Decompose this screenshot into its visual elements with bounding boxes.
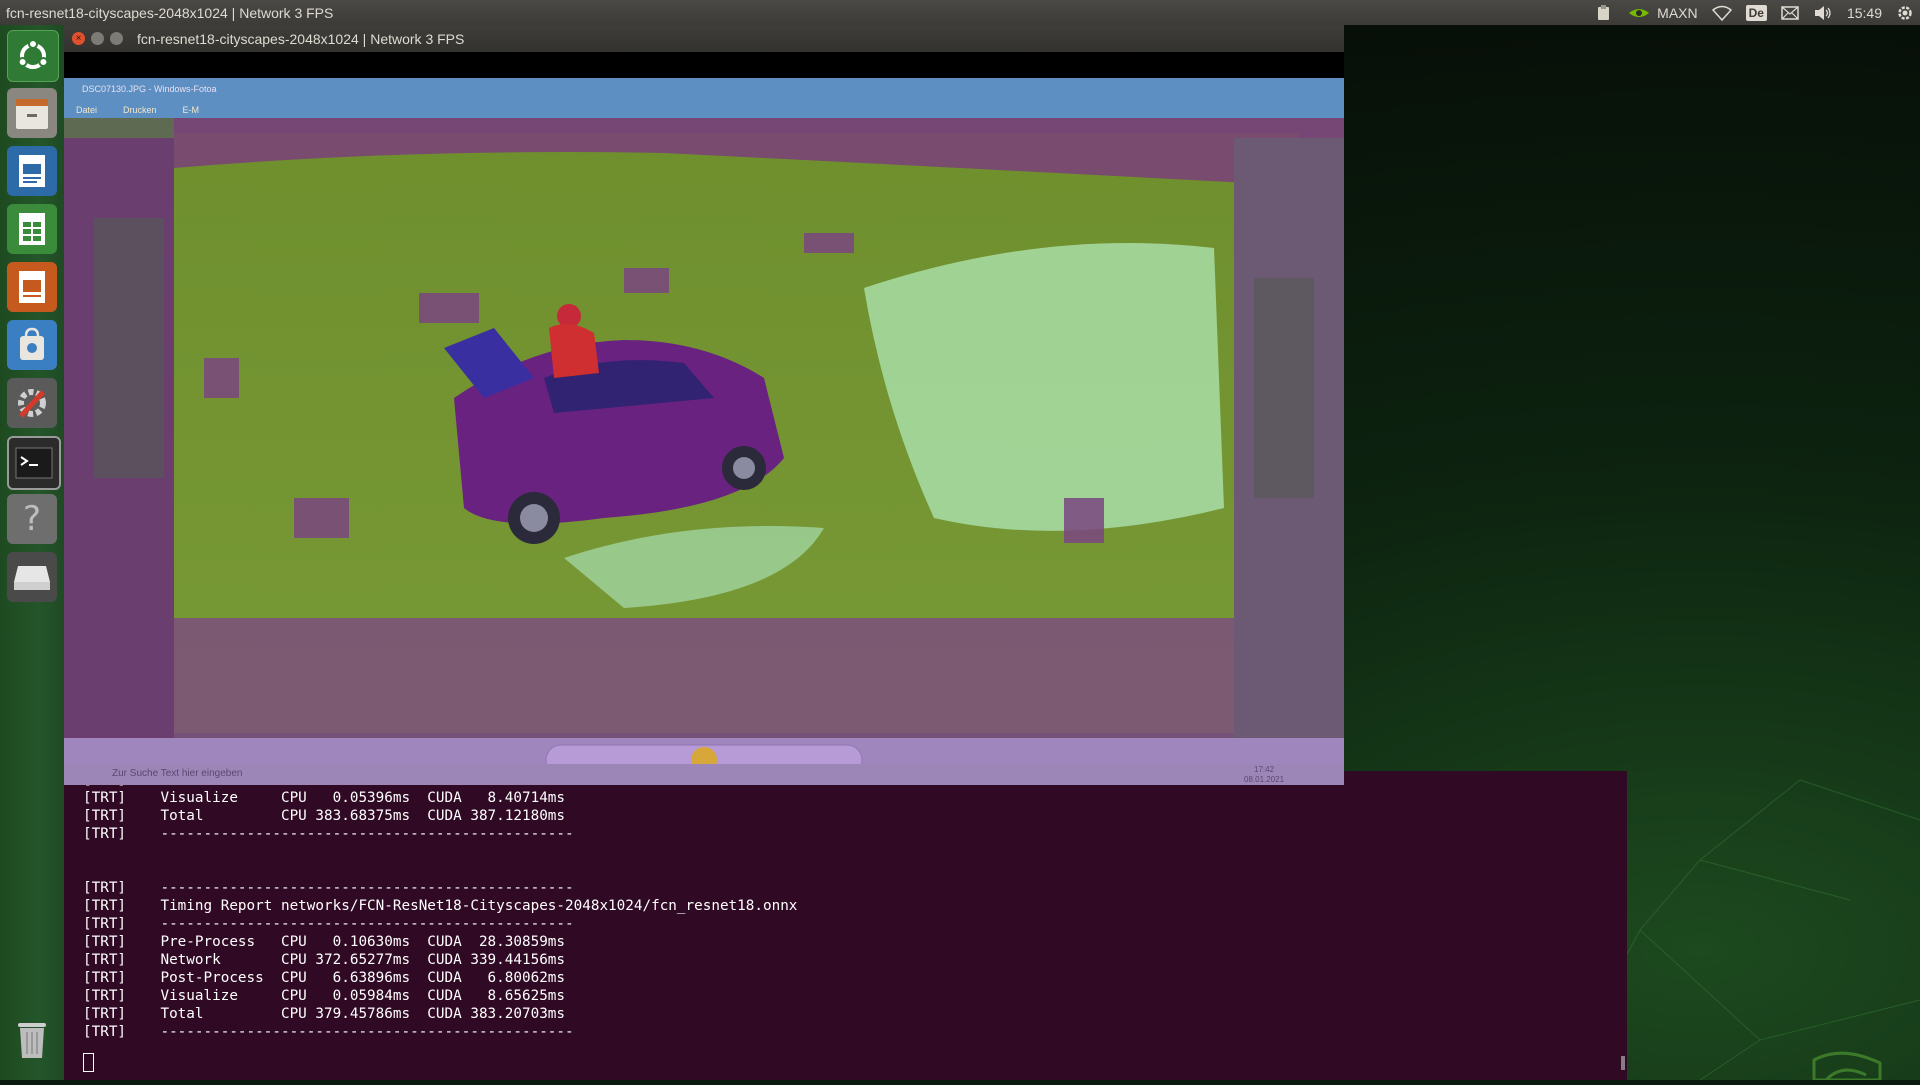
minimize-button[interactable]	[91, 32, 104, 45]
terminal-line: [TRT] ----------------------------------…	[83, 916, 574, 932]
terminal-line: [TRT] Network CPU 372.65277ms CUDA 339.4…	[83, 952, 566, 968]
files-button[interactable]	[7, 88, 57, 138]
mail-icon[interactable]	[1781, 5, 1799, 20]
help-button[interactable]: ?	[7, 494, 57, 544]
close-icon: ×	[75, 33, 82, 44]
power-mode-label: MAXN	[1657, 4, 1698, 21]
keyboard-layout-label: De	[1745, 4, 1767, 21]
segnet-window[interactable]: × fcn-resnet18-cityscapes-2048x1024 | Ne…	[64, 25, 1344, 785]
terminal-line: [TRT] Timing Report networks/FCN-ResNet1…	[83, 898, 798, 914]
keyboard-layout-indicator[interactable]: De	[1745, 4, 1767, 21]
menu-item-email[interactable]: E-M	[183, 105, 200, 115]
terminal-line: [TRT] Visualize CPU 0.05396ms CUDA 8.407…	[83, 790, 566, 806]
embedded-search-box: Zur Suche Text hier eingeben	[112, 768, 243, 779]
terminal-button[interactable]	[7, 436, 61, 490]
terminal-line: [TRT] Total CPU 379.45786ms CUDA 383.207…	[83, 1006, 566, 1022]
wrench-gear-icon	[18, 389, 46, 418]
software-center-button[interactable]	[7, 320, 57, 370]
dash-home-button[interactable]	[7, 30, 59, 82]
hard-drive-icon	[14, 566, 50, 590]
system-settings-button[interactable]	[7, 378, 57, 428]
spreadsheet-icon	[19, 213, 45, 245]
terminal-line: [TRT] Visualize CPU 0.05984ms CUDA 8.656…	[83, 988, 566, 1004]
file-cabinet-icon	[16, 99, 48, 129]
video-viewport: DSC07130.JPG - Windows-Fotoa Datei Druck…	[64, 52, 1344, 785]
photo-viewer-title: DSC07130.JPG - Windows-Fotoa	[82, 84, 217, 94]
terminal-line: [TRT] Pre-Process CPU 0.10630ms CUDA 28.…	[83, 934, 566, 950]
drive-button[interactable]	[7, 552, 57, 602]
photo-viewer-menu: Datei Drucken E-M	[76, 105, 199, 115]
nvidia-logo	[1812, 1045, 1882, 1082]
terminal-line: [TRT] ----------------------------------…	[83, 1024, 574, 1040]
presentation-icon	[19, 271, 45, 303]
clock[interactable]: 15:49	[1847, 5, 1882, 21]
embedded-taskbar: Zur Suche Text hier eingeben 17:42 08.01…	[64, 764, 1344, 785]
window-title: fcn-resnet18-cityscapes-2048x1024 | Netw…	[137, 30, 465, 47]
terminal-line: [TRT] Post-Process CPU 6.63896ms CUDA 6.…	[83, 970, 566, 986]
trash-icon	[18, 1023, 46, 1058]
top-panel-title: fcn-resnet18-cityscapes-2048x1024 | Netw…	[6, 4, 334, 21]
settings-gear-icon[interactable]	[1896, 4, 1914, 22]
segmentation-overlay-view: DSC07130.JPG - Windows-Fotoa Datei Druck…	[64, 78, 1344, 783]
document-icon	[19, 155, 45, 187]
writer-button[interactable]	[7, 146, 57, 196]
ubuntu-logo-icon	[17, 39, 49, 69]
window-titlebar[interactable]: × fcn-resnet18-cityscapes-2048x1024 | Ne…	[64, 25, 1344, 52]
trash-button[interactable]	[7, 1015, 57, 1065]
terminal-prompt-icon	[15, 447, 53, 479]
nvidia-eye-icon	[1629, 8, 1650, 17]
overlay-image	[64, 78, 1344, 783]
wifi-icon[interactable]	[1711, 5, 1732, 21]
embedded-time: 17:42	[1254, 765, 1275, 774]
nvidia-power-mode-indicator[interactable]: MAXN	[1627, 4, 1698, 22]
nvidia-logo-icon	[1812, 1051, 1882, 1082]
question-mark-icon: ?	[22, 499, 42, 539]
volume-icon[interactable]	[1813, 5, 1833, 21]
terminal-window[interactable]: [TRT] Post-Process CPU 6.70354ms CUDA 6.…	[64, 771, 1627, 1080]
launcher: ?	[0, 25, 65, 1080]
system-tray: MAXN De 15:49	[1595, 0, 1920, 25]
shopping-bag-icon	[20, 327, 44, 360]
terminal-scrollbar[interactable]	[1621, 1056, 1625, 1070]
top-panel: fcn-resnet18-cityscapes-2048x1024 | Netw…	[0, 0, 1920, 25]
close-button[interactable]: ×	[72, 32, 85, 45]
terminal-line: [TRT] ----------------------------------…	[83, 880, 574, 896]
clipboard-icon[interactable]	[1595, 4, 1613, 22]
terminal-line: [TRT] ----------------------------------…	[83, 826, 574, 842]
terminal-cursor	[83, 1053, 94, 1072]
impress-button[interactable]	[7, 262, 57, 312]
menu-item-datei[interactable]: Datei	[76, 105, 97, 115]
embedded-date: 08.01.2021	[1244, 775, 1285, 784]
menu-item-drucken[interactable]: Drucken	[123, 105, 157, 115]
terminal-line: [TRT] Total CPU 383.68375ms CUDA 387.121…	[83, 808, 566, 824]
calc-button[interactable]	[7, 204, 57, 254]
maximize-button[interactable]	[110, 32, 123, 45]
